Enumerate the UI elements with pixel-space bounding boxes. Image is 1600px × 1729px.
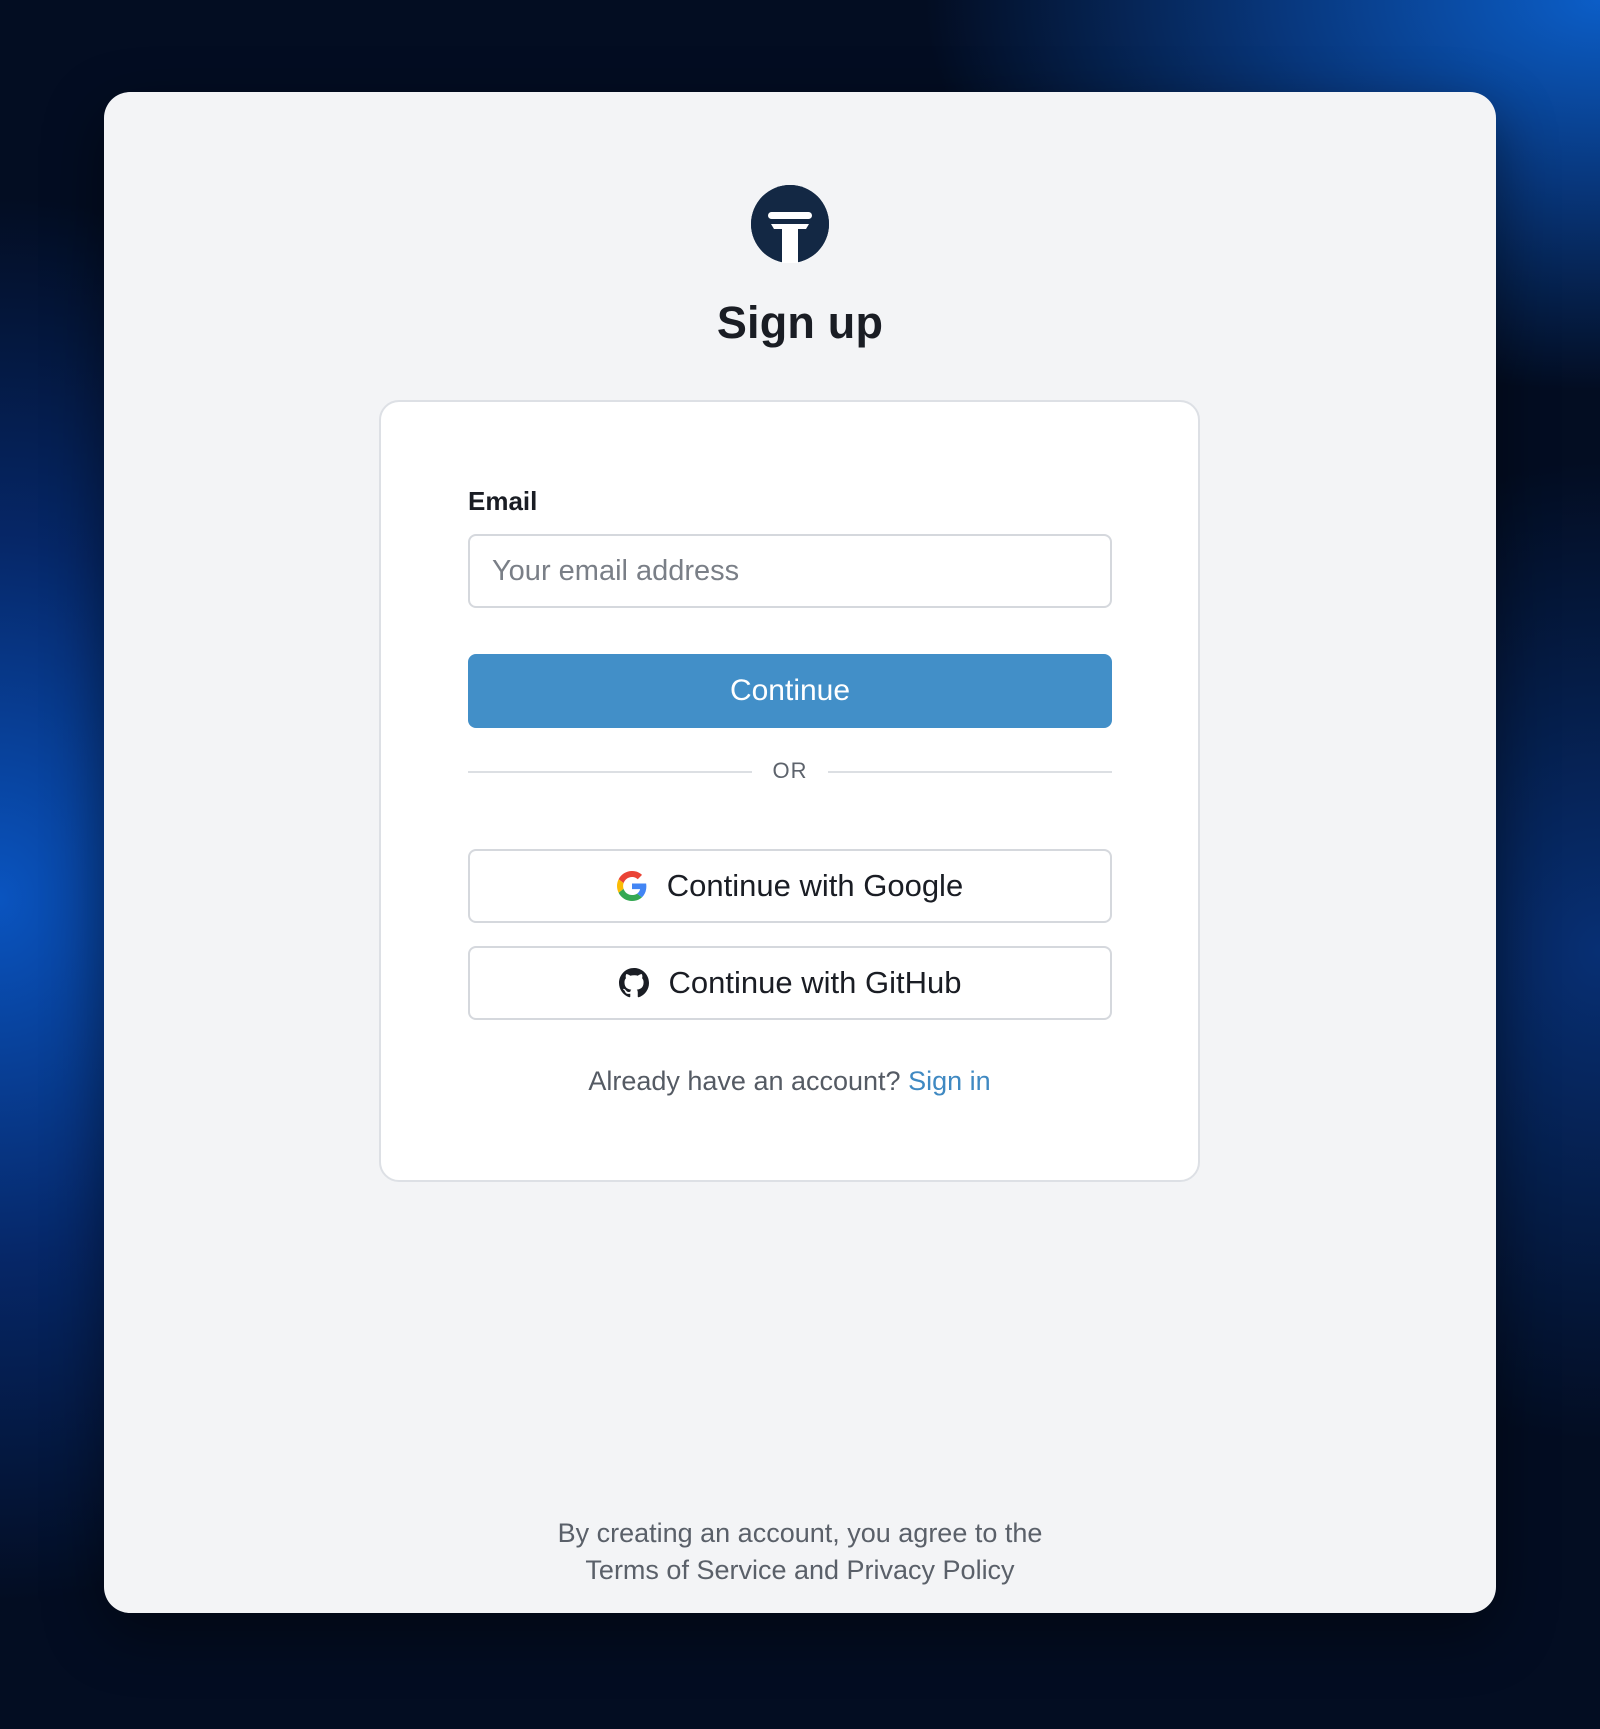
signin-prompt-text: Already have an account?: [588, 1066, 901, 1096]
continue-with-github-button[interactable]: Continue with GitHub: [468, 946, 1112, 1020]
terms-line-1: By creating an account, you agree to the: [557, 1518, 1043, 1548]
or-divider: OR: [468, 756, 1112, 786]
email-field[interactable]: [468, 534, 1112, 608]
sign-in-link[interactable]: Sign in: [908, 1066, 991, 1096]
github-icon: [618, 968, 649, 998]
email-label: Email: [468, 486, 538, 516]
terms-footer: By creating an account, you agree to the…: [104, 1515, 1496, 1589]
github-button-label: Continue with GitHub: [668, 965, 962, 1000]
page-title: Sign up: [716, 297, 884, 348]
signup-card: Email Continue OR Continue with Google: [379, 400, 1200, 1182]
divider-line-right: [828, 771, 1112, 773]
brand-logo-icon: [751, 185, 829, 263]
google-icon: [616, 871, 647, 901]
google-button-label: Continue with Google: [666, 868, 964, 903]
signin-prompt: Already have an account? Sign in: [381, 1066, 1198, 1097]
signup-window: Sign up Email Continue OR Continue with …: [104, 92, 1496, 1613]
terms-line-2: Terms of Service and Privacy Policy: [585, 1555, 1015, 1585]
continue-with-google-button[interactable]: Continue with Google: [468, 849, 1112, 923]
continue-button[interactable]: Continue: [468, 654, 1112, 728]
